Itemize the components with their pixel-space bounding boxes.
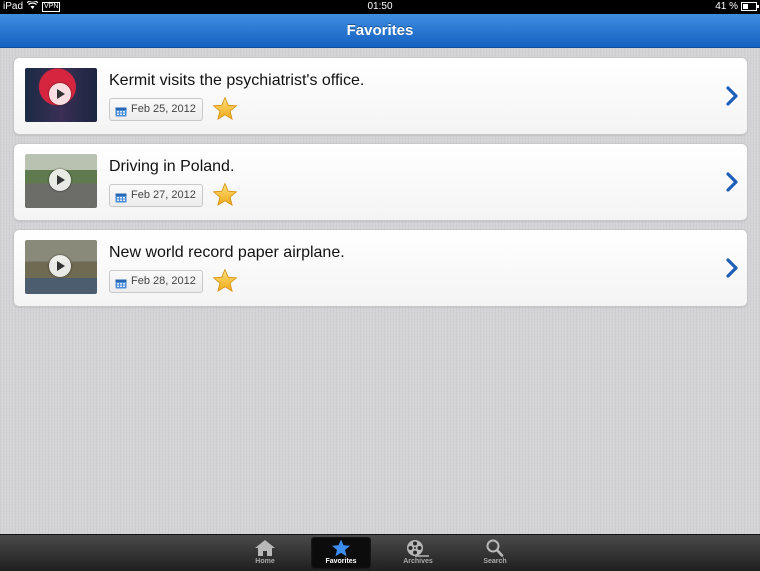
tab-label: Favorites — [325, 558, 357, 565]
tab-label: Search — [483, 558, 507, 565]
video-date: Feb 25, 2012 — [131, 103, 196, 115]
home-icon — [255, 540, 275, 556]
video-thumbnail[interactable] — [25, 154, 97, 208]
video-thumbnail[interactable] — [25, 240, 97, 294]
tab-bar: Home Favorites Archives Search — [0, 534, 760, 571]
chevron-right-icon[interactable] — [725, 172, 739, 192]
tab-search[interactable]: Search — [465, 537, 525, 569]
video-title: Driving in Poland. — [109, 158, 235, 175]
list-item[interactable]: Kermit visits the psychiatrist's office.… — [13, 57, 748, 135]
calendar-icon — [115, 190, 127, 203]
list-item[interactable]: Driving in Poland. Feb 27, 2012 — [13, 143, 748, 221]
tab-archives[interactable]: Archives — [388, 537, 448, 569]
page-title: Favorites — [346, 22, 414, 39]
list-item[interactable]: New world record paper airplane. Feb 28,… — [13, 229, 748, 307]
date-badge: Feb 28, 2012 — [109, 270, 203, 293]
chevron-right-icon[interactable] — [725, 86, 739, 106]
play-icon[interactable] — [49, 255, 71, 277]
video-title: New world record paper airplane. — [109, 244, 345, 261]
battery-percent: 41 % — [715, 1, 738, 12]
star-icon[interactable] — [212, 268, 238, 294]
calendar-icon — [115, 276, 127, 289]
star-icon[interactable] — [212, 96, 238, 122]
favorites-list: Kermit visits the psychiatrist's office.… — [0, 48, 760, 534]
chevron-right-icon[interactable] — [725, 258, 739, 278]
battery-icon — [741, 2, 759, 11]
star-icon — [332, 539, 350, 557]
play-icon[interactable] — [49, 83, 71, 105]
date-badge: Feb 27, 2012 — [109, 184, 203, 207]
tab-label: Archives — [403, 558, 433, 565]
film-reel-icon — [407, 540, 429, 557]
video-date: Feb 28, 2012 — [131, 275, 196, 287]
tab-home[interactable]: Home — [235, 537, 295, 569]
calendar-icon — [115, 104, 127, 117]
star-icon[interactable] — [212, 182, 238, 208]
video-date: Feb 27, 2012 — [131, 189, 196, 201]
clock: 01:50 — [367, 1, 393, 12]
video-title: Kermit visits the psychiatrist's office. — [109, 72, 365, 89]
tab-favorites[interactable]: Favorites — [311, 537, 371, 569]
play-icon[interactable] — [49, 169, 71, 191]
navigation-bar: Favorites — [0, 14, 760, 48]
date-badge: Feb 25, 2012 — [109, 98, 203, 121]
video-thumbnail[interactable] — [25, 68, 97, 122]
status-bar: iPad VPN 01:50 41 % — [0, 0, 760, 14]
search-icon — [486, 539, 504, 557]
tab-label: Home — [255, 558, 275, 565]
